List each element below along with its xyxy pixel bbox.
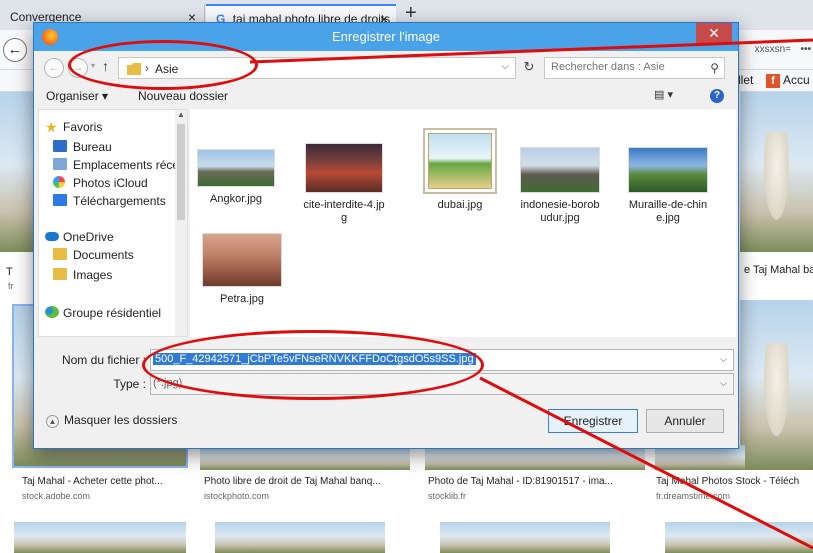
annotation-lines [249, 38, 813, 550]
annotation-arrow-line [249, 38, 813, 64]
annotation-arrow-line [479, 376, 813, 550]
